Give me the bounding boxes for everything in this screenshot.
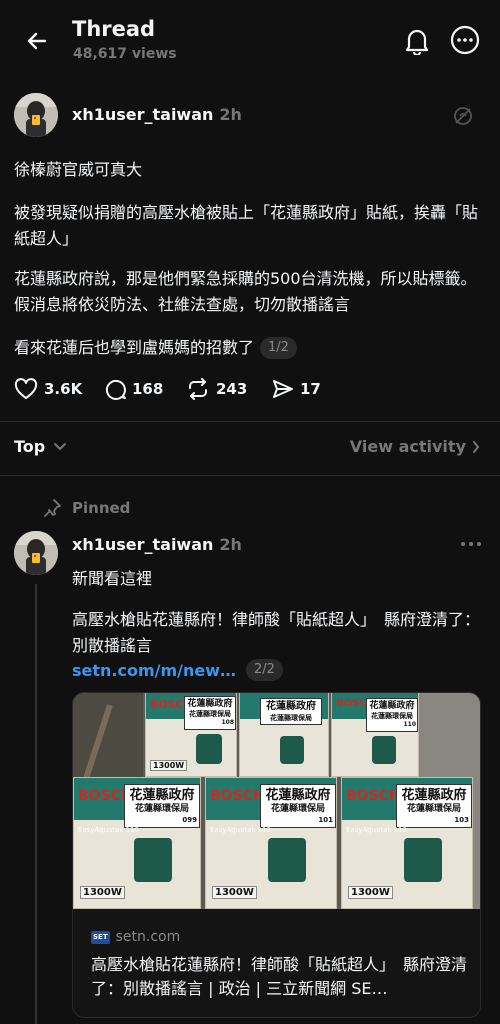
reply-more-button[interactable] (456, 532, 486, 556)
box-sticker-title: 花蓮縣政府 (129, 788, 195, 803)
link-preview-card[interactable]: BOSCH 花蓮縣政府 花蓮縣環保局 108 1300W 花蓮縣政府 花蓮縣環保… (72, 692, 481, 1018)
product-box: BOSCH 花蓮縣政府 花蓮縣環保局 099 EasyAquatak 110 1… (73, 777, 201, 909)
product-box: BOSCH 花蓮縣政府 花蓮縣環保局 103 EasyAquatak 110 1… (341, 777, 473, 909)
box-brand: BOSCH (210, 788, 265, 804)
product-box: BOSCH 花蓮縣政府 花蓮縣環保局 110 (331, 693, 419, 777)
share-button[interactable]: 17 (272, 378, 321, 400)
avatar-image (14, 531, 58, 575)
page-indicator: 1/2 (260, 337, 297, 359)
box-sticker-title: 花蓮縣政府 (265, 788, 331, 803)
comment-bubble-icon (105, 379, 126, 400)
reply-author-username[interactable]: xh1user_taiwan (72, 535, 213, 554)
repost-button[interactable]: 243 (186, 378, 247, 400)
pinned-label: Pinned (72, 499, 131, 517)
reply-link[interactable]: setn.com/m/new… (72, 661, 236, 680)
pinned-indicator: Pinned (42, 498, 130, 518)
share-count: 17 (300, 380, 321, 398)
box-wattage: 1300W (80, 886, 125, 899)
translate-button[interactable] (450, 103, 476, 129)
box-product-name: EasyAquatak 110 (210, 826, 272, 834)
thread-line (35, 584, 37, 1024)
reply-text: 新聞看這裡 (72, 569, 153, 588)
box-sticker-subtitle: 花蓮縣環保局 (134, 804, 189, 815)
back-button[interactable] (20, 24, 54, 58)
send-icon (273, 380, 293, 398)
box-number: 099 (182, 815, 197, 824)
more-options-button[interactable] (448, 23, 482, 57)
box-sticker-subtitle: 花蓮縣環保局 (371, 712, 413, 721)
post-paragraph: 被發現疑似捐贈的高壓水槍被貼上「花蓮縣政府」貼紙，挨轟「貼紙超人」 (14, 203, 479, 248)
post-paragraph: 徐榛蔚官威可真大 (14, 160, 143, 179)
view-activity-link[interactable]: View activity (350, 437, 480, 456)
box-number: 108 (221, 719, 234, 726)
no-translate-icon (454, 107, 472, 125)
box-sticker-subtitle: 花蓮縣環保局 (270, 804, 325, 815)
product-box: BOSCH 花蓮縣政府 花蓮縣環保局 101 EasyAquatak 110 1… (205, 777, 337, 909)
box-sticker-title: 花蓮縣政府 (266, 701, 316, 712)
notifications-button[interactable] (400, 24, 434, 58)
sort-label: Top (14, 437, 46, 456)
bell-icon (405, 29, 429, 55)
like-count: 3.6K (44, 380, 83, 398)
pin-icon (44, 499, 61, 517)
box-wattage: 1300W (150, 760, 188, 771)
view-activity-label: View activity (349, 437, 466, 456)
repost-count: 243 (216, 380, 248, 398)
like-button[interactable]: 3.6K (14, 378, 82, 400)
page-indicator: 2/2 (246, 659, 283, 681)
box-wattage: 1300W (348, 886, 393, 899)
box-brand: BOSCH (346, 788, 401, 804)
divider (0, 421, 500, 422)
comment-button[interactable]: 168 (104, 378, 163, 400)
post-paragraph: 花蓮縣政府說，那是他們緊急採購的500台清洗機，所以貼標籤。假消息將依災防法、社… (14, 269, 477, 314)
box-product-name: EasyAquatak 110 (78, 826, 140, 834)
divider (0, 475, 500, 476)
heart-icon (14, 378, 38, 399)
box-sticker-subtitle: 花蓮縣環保局 (189, 710, 231, 719)
reply-time: 2h (219, 535, 242, 554)
avatar[interactable] (14, 531, 58, 575)
comment-count: 168 (132, 380, 164, 398)
back-arrow-icon (27, 32, 47, 50)
box-wattage: 1300W (212, 886, 257, 899)
box-sticker-title: 花蓮縣政府 (401, 788, 467, 803)
chevron-right-icon (473, 440, 480, 453)
chevron-down-icon (54, 442, 67, 450)
view-count: 48,617 views (73, 46, 177, 62)
box-number: 101 (318, 815, 333, 824)
preview-domain: setn.com (115, 929, 181, 945)
sort-dropdown[interactable]: Top (14, 437, 67, 456)
more-horizontal-icon (461, 542, 481, 546)
post-paragraph: 看來花蓮后也學到盧媽媽的招數了 (14, 338, 255, 357)
reply-headline: 高壓水槍貼花蓮縣府！律師酸「貼紙超人」 縣府澄清了：別散播謠言 (72, 610, 481, 655)
more-circle-icon (450, 25, 480, 55)
avatar[interactable] (14, 93, 58, 137)
product-box: BOSCH 花蓮縣政府 花蓮縣環保局 108 1300W (145, 693, 237, 777)
avatar-image (14, 93, 58, 137)
box-sticker-subtitle: 花蓮縣環保局 (270, 713, 312, 722)
product-box: 花蓮縣政府 花蓮縣環保局 (239, 693, 329, 777)
author-username[interactable]: xh1user_taiwan (72, 105, 213, 124)
page-title: Thread (72, 17, 156, 41)
box-number: 103 (454, 815, 469, 824)
box-number: 110 (403, 721, 416, 728)
box-sticker-title: 花蓮縣政府 (187, 699, 233, 709)
repost-icon (189, 378, 207, 400)
box-sticker-title: 花蓮縣政府 (369, 701, 415, 711)
box-sticker-subtitle: 花蓮縣環保局 (406, 804, 461, 815)
post-paragraph-last: 看來花蓮后也學到盧媽媽的招數了 1/2 (14, 335, 484, 361)
box-product-name: EasyAquatak 110 (346, 826, 408, 834)
post-time: 2h (219, 105, 242, 124)
source-badge: SET (91, 930, 110, 944)
preview-image: BOSCH 花蓮縣政府 花蓮縣環保局 108 1300W 花蓮縣政府 花蓮縣環保… (73, 693, 480, 909)
preview-title: 高壓水槍貼花蓮縣府！律師酸「貼紙超人」 縣府澄清了：別散播謠言 | 政治 | 三… (91, 955, 468, 998)
